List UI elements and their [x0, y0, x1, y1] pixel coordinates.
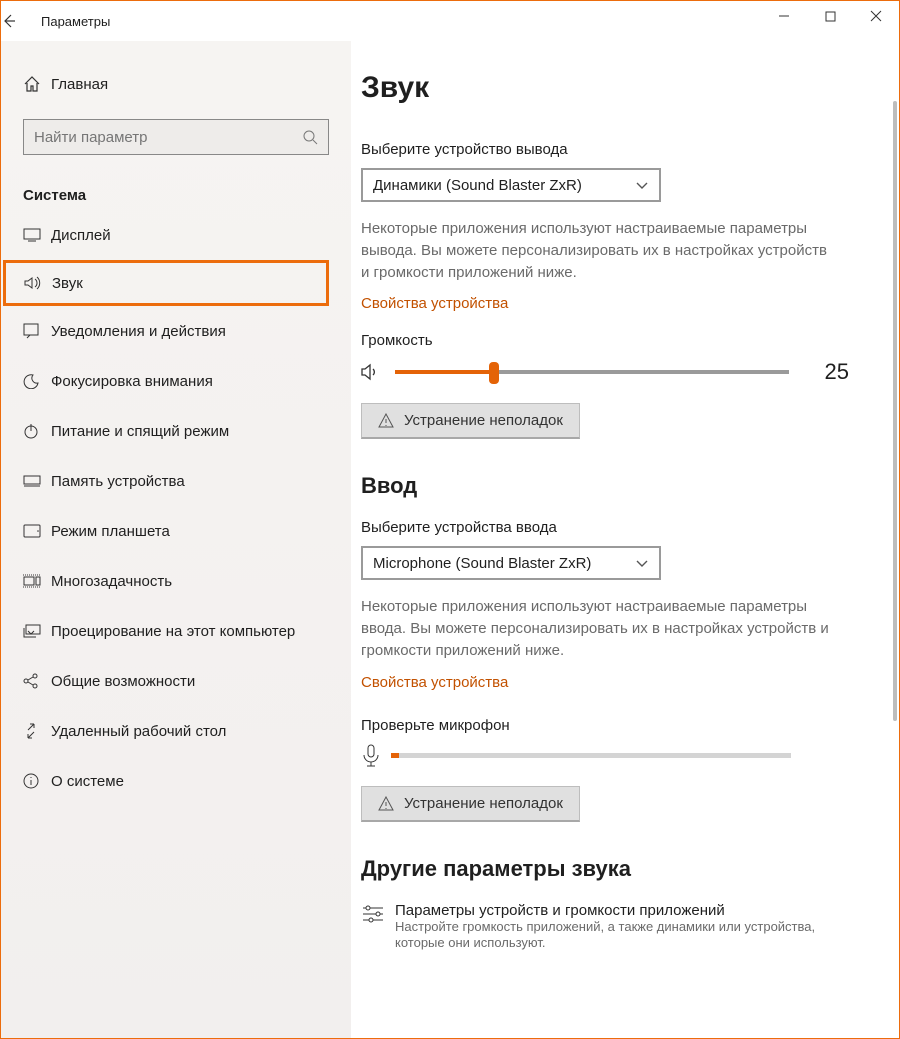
- button-label: Устранение неполадок: [404, 412, 563, 429]
- notifications-icon: [23, 323, 51, 339]
- sidebar-item-label: Проецирование на этот компьютер: [51, 623, 295, 640]
- microphone-icon: [361, 744, 381, 768]
- sidebar-item-label: Общие возможности: [51, 673, 195, 690]
- sidebar-item-label: Режим планшета: [51, 523, 170, 540]
- sidebar-item-storage[interactable]: Память устройства: [1, 456, 351, 506]
- sidebar-item-display[interactable]: Дисплей: [1, 210, 351, 260]
- button-label: Устранение неполадок: [404, 795, 563, 812]
- remote-icon: [23, 723, 51, 739]
- back-button[interactable]: [1, 13, 41, 29]
- info-icon: [23, 773, 51, 789]
- chevron-down-icon: [635, 556, 649, 570]
- sidebar-home-label: Главная: [51, 76, 108, 93]
- sidebar-item-shared[interactable]: Общие возможности: [1, 656, 351, 706]
- output-device-properties-link[interactable]: Свойства устройства: [361, 295, 508, 312]
- output-device-select[interactable]: Динамики (Sound Blaster ZxR): [361, 168, 661, 202]
- sidebar-category: Система: [1, 167, 351, 210]
- storage-icon: [23, 475, 51, 487]
- sidebar-item-label: Питание и спящий режим: [51, 423, 229, 440]
- sidebar-item-projection[interactable]: Проецирование на этот компьютер: [1, 606, 351, 656]
- minimize-button[interactable]: [761, 1, 807, 31]
- multitask-icon: [23, 574, 51, 588]
- sidebar-item-label: Многозадачность: [51, 573, 172, 590]
- sound-icon: [24, 275, 52, 291]
- window-title: Параметры: [41, 14, 110, 29]
- sidebar-item-label: Уведомления и действия: [51, 323, 226, 340]
- other-heading: Другие параметры звука: [361, 856, 879, 882]
- search-icon: [302, 129, 318, 145]
- output-description: Некоторые приложения используют настраив…: [361, 218, 839, 283]
- close-icon: [870, 10, 882, 22]
- volume-icon: [361, 363, 387, 381]
- mic-test-label: Проверьте микрофон: [361, 717, 879, 734]
- chevron-down-icon: [635, 178, 649, 192]
- output-select-label: Выберите устройство вывода: [361, 141, 879, 158]
- sidebar-item-tablet[interactable]: Режим планшета: [1, 506, 351, 556]
- input-device-properties-link[interactable]: Свойства устройства: [361, 674, 508, 691]
- scrollbar[interactable]: [893, 101, 897, 721]
- titlebar: Параметры: [1, 1, 899, 41]
- warning-icon: [378, 413, 394, 428]
- sidebar-item-label: Память устройства: [51, 473, 185, 490]
- search-placeholder: Найти параметр: [34, 129, 148, 146]
- input-select-label: Выберите устройства ввода: [361, 519, 879, 536]
- mic-level-bar: [391, 753, 791, 758]
- volume-slider[interactable]: [395, 370, 789, 374]
- sliders-icon: [361, 902, 395, 953]
- sidebar-item-label: О системе: [51, 773, 124, 790]
- sidebar-item-label: Удаленный рабочий стол: [51, 723, 226, 740]
- minimize-icon: [778, 10, 790, 22]
- close-button[interactable]: [853, 1, 899, 31]
- focus-icon: [23, 373, 51, 389]
- output-troubleshoot-button[interactable]: Устранение неполадок: [361, 403, 580, 439]
- input-heading: Ввод: [361, 473, 879, 499]
- shared-icon: [23, 673, 51, 689]
- maximize-icon: [825, 11, 836, 22]
- tablet-icon: [23, 524, 51, 538]
- projection-icon: [23, 624, 51, 638]
- display-icon: [23, 228, 51, 242]
- arrow-left-icon: [1, 13, 17, 29]
- main-content: Звук Выберите устройство вывода Динамики…: [351, 41, 899, 1038]
- sidebar-item-power[interactable]: Питание и спящий режим: [1, 406, 351, 456]
- output-device-value: Динамики (Sound Blaster ZxR): [373, 177, 582, 194]
- sidebar-item-notifications[interactable]: Уведомления и действия: [1, 306, 351, 356]
- option-subtitle: Настройте громкость приложений, а также …: [395, 919, 849, 953]
- sidebar-item-focus[interactable]: Фокусировка внимания: [1, 356, 351, 406]
- sidebar-item-sound[interactable]: Звук: [3, 260, 329, 306]
- home-icon: [23, 75, 51, 93]
- sidebar: Главная Найти параметр Система Дисплей З…: [1, 41, 351, 1038]
- sidebar-item-label: Звук: [52, 275, 83, 292]
- app-volume-option[interactable]: Параметры устройств и громкости приложен…: [361, 902, 849, 953]
- input-device-select[interactable]: Microphone (Sound Blaster ZxR): [361, 546, 661, 580]
- sidebar-item-about[interactable]: О системе: [1, 756, 351, 806]
- input-troubleshoot-button[interactable]: Устранение неполадок: [361, 786, 580, 822]
- maximize-button[interactable]: [807, 1, 853, 31]
- page-title: Звук: [361, 71, 879, 105]
- sidebar-item-remote[interactable]: Удаленный рабочий стол: [1, 706, 351, 756]
- sidebar-item-multitask[interactable]: Многозадачность: [1, 556, 351, 606]
- sidebar-home[interactable]: Главная: [1, 59, 351, 109]
- search-input[interactable]: Найти параметр: [23, 119, 329, 155]
- input-description: Некоторые приложения используют настраив…: [361, 596, 839, 661]
- option-title: Параметры устройств и громкости приложен…: [395, 902, 849, 919]
- input-device-value: Microphone (Sound Blaster ZxR): [373, 555, 591, 572]
- volume-value: 25: [809, 359, 849, 385]
- volume-label: Громкость: [361, 332, 879, 349]
- warning-icon: [378, 796, 394, 811]
- sidebar-item-label: Дисплей: [51, 227, 111, 244]
- power-icon: [23, 423, 51, 439]
- sidebar-item-label: Фокусировка внимания: [51, 373, 213, 390]
